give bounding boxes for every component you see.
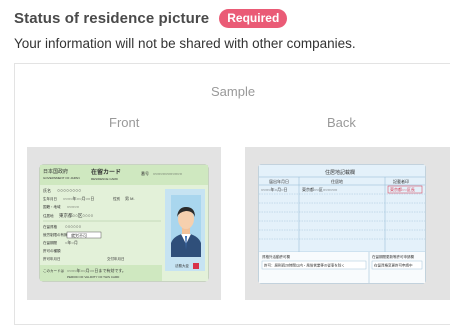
period-label: 在留期間 [43,240,57,245]
portrait-photo [171,195,201,257]
card-title-en: RESIDENCE CARD [91,177,119,181]
minister-caption: 法務大臣 [175,263,189,268]
status-label: 在留資格 [43,224,57,229]
nationality-label: 国籍・地域 [43,204,61,209]
row1-stamp: 東京都○○区長 [390,186,415,192]
col-address: 住居地 [331,178,343,184]
expiry-value: ○○○○年○○月○○日まで有効です。 [67,267,126,273]
sex-label: 性別 [113,196,120,201]
permission-label: 就労制限の有無 [43,232,68,237]
front-sample-image: 日本国政府 GOVERNMENT OF JAPAN 在留カード RESIDENC… [27,147,221,300]
col-date: 届出年月日 [269,178,289,184]
footer-right-title: 在留期間更新等許可申請欄 [372,254,414,259]
status-value: ○○○○○○ [65,224,82,229]
expiry-en: PERIOD OF VALIDITY OF THIS CARD [67,275,120,279]
sample-heading: Sample [211,84,256,99]
row1-address: 東京都○○区○○○○○○ [302,186,338,192]
permit-date-label: 許可年月日 [43,256,61,261]
name-label: 氏名 [43,187,51,193]
back-label: Back [327,115,356,130]
residence-card-back: 住居地記載欄 届出年月日 住居地 記載者印 ○○○○年○月○日 東京都○○区○○… [258,164,426,284]
period-value: ○年○月 [65,239,78,245]
privacy-notice: Your information will not be shared with… [14,36,356,51]
address-section-title: 住居地記載欄 [325,169,355,176]
dob-value: ○○○○年○○月○○日 [63,195,94,201]
col-stamp: 記載者印 [393,178,409,184]
name-value: ○○○○○○○○ [57,188,81,194]
front-label: Front [109,115,140,130]
dob-label: 生年月日 [43,196,57,201]
card-title-jp: 在留カード [91,168,121,176]
country-en: GOVERNMENT OF JAPAN [43,176,80,180]
residence-card-front: 日本国政府 GOVERNMENT OF JAPAN 在留カード RESIDENC… [39,164,209,282]
page-title: Status of residence picture [14,10,210,27]
footer-left-title: 資格外活動許可欄 [262,254,290,259]
expiry-label: このカードは [43,268,64,273]
issue-date-label: 交付年月日 [107,256,125,261]
row1-date: ○○○○年○月○日 [261,186,288,192]
seal-stamp [193,263,199,269]
permission-value: 就労不可 [71,232,87,238]
back-sample-image: 住居地記載欄 届出年月日 住居地 記載者印 ○○○○年○月○日 東京都○○区○○… [245,147,450,300]
sex-value: 男 M. [125,196,135,201]
required-badge: Required [219,9,288,28]
number-value: ○○○○○○○○○○○○ [153,171,183,176]
footer-right-text: 在留資格変更許可申請中 [374,263,413,268]
country-jp: 日本国政府 [43,168,68,175]
address-label: 住居地 [43,213,54,218]
permit-type-label: 許可の種類 [43,248,61,253]
footer-left-text: 許可：原則週28時間以内・風俗営業等の従事を除く [264,263,345,268]
section-header: Status of residence picture Required [14,9,288,28]
address-value: 東京都○○区○○○○ [59,212,94,219]
nationality-value: ○○○○○ [67,204,80,209]
number-label: 番号 [141,170,149,176]
